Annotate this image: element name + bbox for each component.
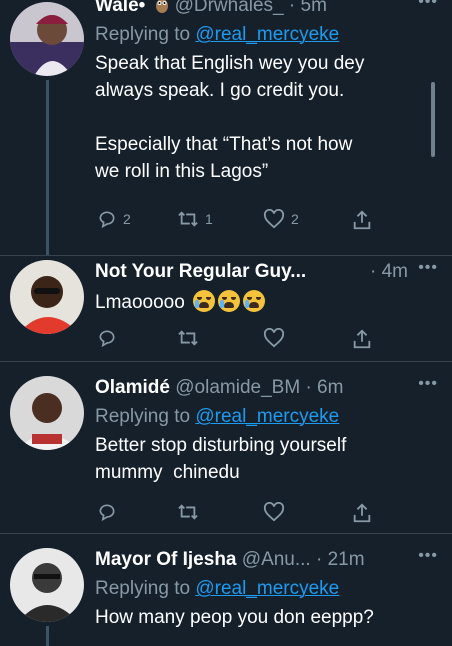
tweet-mayor-of-ijesha[interactable]: Mayor Of Ijesha @Anu... · 21m ••• Replyi… bbox=[0, 534, 452, 646]
mention-link[interactable]: @real_mercyeke bbox=[195, 578, 339, 599]
retweet-icon bbox=[178, 504, 198, 520]
share-button[interactable] bbox=[351, 209, 373, 231]
heart-icon bbox=[263, 328, 285, 348]
like-button[interactable]: 2 bbox=[263, 209, 299, 229]
crying-laughing-emoji bbox=[193, 290, 216, 312]
display-name[interactable]: Olamidé bbox=[95, 377, 170, 398]
retweet-button[interactable] bbox=[177, 328, 199, 348]
display-name[interactable]: Not Your Regular Guy... bbox=[95, 261, 306, 282]
retweet-icon bbox=[178, 211, 198, 227]
handle[interactable]: @olamide_BM bbox=[175, 377, 300, 398]
replying-to: Replying to @real_mercyeke bbox=[95, 24, 340, 45]
owl-icon bbox=[155, 0, 169, 13]
share-button[interactable] bbox=[351, 328, 373, 350]
tweet-olamide[interactable]: Olamidé @olamide_BM · 6m ••• Replying to… bbox=[0, 362, 452, 532]
more-icon[interactable]: ••• bbox=[418, 372, 438, 396]
thread-line bbox=[46, 626, 49, 646]
avatar[interactable] bbox=[10, 260, 84, 334]
tweet-text: Speak that English wey you dey always sp… bbox=[95, 53, 365, 182]
timestamp[interactable]: · 4m bbox=[370, 260, 408, 284]
tweet-wale[interactable]: Wale• @Drwhales_ · 5m ••• Replying to @r… bbox=[0, 0, 452, 256]
reply-button[interactable] bbox=[97, 502, 117, 522]
display-name[interactable]: Wale bbox=[95, 0, 139, 16]
avatar[interactable] bbox=[10, 376, 84, 450]
retweet-icon bbox=[178, 330, 198, 346]
like-count: 2 bbox=[291, 211, 299, 227]
crying-laughing-emoji bbox=[243, 290, 266, 312]
share-icon bbox=[353, 329, 371, 349]
tweet-text: How many peop you don eeppp? bbox=[95, 607, 374, 628]
replying-to: Replying to @real_mercyeke bbox=[95, 578, 340, 599]
avatar[interactable] bbox=[10, 2, 84, 76]
mention-link[interactable]: @real_mercyeke bbox=[195, 24, 339, 45]
tweet-not-your-regular-guy[interactable]: Not Your Regular Guy... · 4m ••• Lmaoooo… bbox=[0, 256, 452, 360]
reply-icon bbox=[99, 504, 115, 522]
share-button[interactable] bbox=[351, 502, 373, 524]
timestamp[interactable]: · 5m bbox=[289, 0, 327, 16]
share-icon bbox=[353, 503, 371, 523]
more-icon[interactable]: ••• bbox=[418, 0, 438, 14]
thread-line bbox=[46, 80, 49, 256]
tweet-text: Lmaooooo bbox=[95, 289, 444, 316]
tweet-text: Better stop disturbing yourself mummy ch… bbox=[95, 435, 347, 483]
mention-link[interactable]: @real_mercyeke bbox=[195, 406, 339, 427]
reply-count: 2 bbox=[123, 211, 131, 227]
heart-icon bbox=[263, 209, 285, 229]
reply-icon bbox=[99, 211, 115, 229]
like-button[interactable] bbox=[263, 502, 285, 522]
handle[interactable]: @Anu... bbox=[242, 549, 311, 570]
reply-button[interactable] bbox=[97, 328, 117, 348]
retweet-button[interactable]: 1 bbox=[177, 209, 213, 229]
handle[interactable]: @Drwhales_ bbox=[175, 0, 284, 16]
more-icon[interactable]: ••• bbox=[418, 544, 438, 568]
replying-to: Replying to @real_mercyeke bbox=[95, 406, 340, 427]
heart-icon bbox=[263, 502, 285, 522]
avatar[interactable] bbox=[10, 548, 84, 622]
retweet-button[interactable] bbox=[177, 502, 199, 522]
display-name[interactable]: Mayor Of Ijesha bbox=[95, 549, 237, 570]
reply-icon bbox=[99, 330, 115, 348]
share-icon bbox=[353, 210, 371, 230]
more-icon[interactable]: ••• bbox=[418, 256, 438, 280]
crying-laughing-emoji bbox=[218, 290, 241, 312]
like-button[interactable] bbox=[263, 328, 285, 348]
timestamp[interactable]: · 21m bbox=[316, 549, 365, 570]
timestamp[interactable]: · 6m bbox=[305, 377, 343, 398]
retweet-count: 1 bbox=[205, 211, 213, 227]
reply-button[interactable]: 2 bbox=[97, 209, 131, 229]
